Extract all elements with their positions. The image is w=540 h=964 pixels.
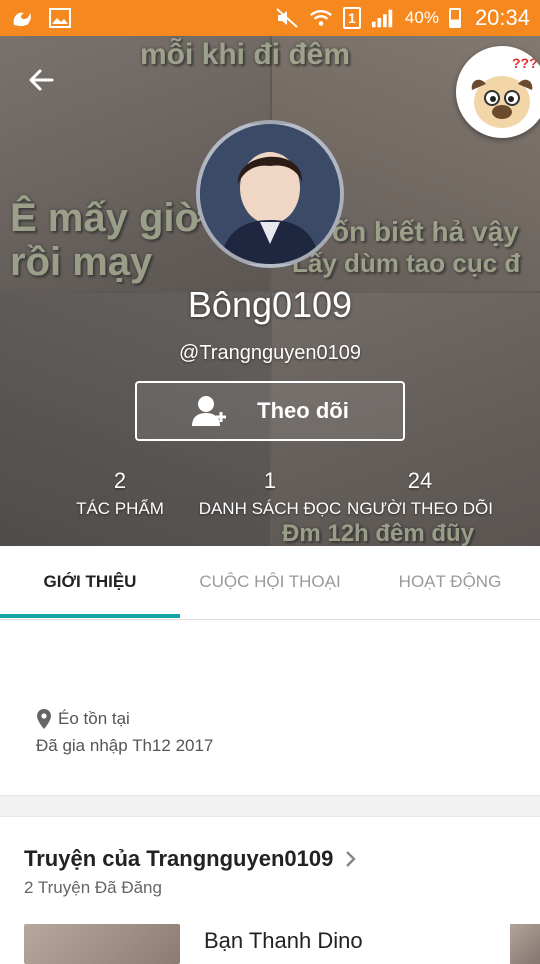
gallery-icon [48, 7, 72, 29]
uc-browser-icon [10, 7, 34, 29]
back-button[interactable] [24, 62, 60, 98]
follow-button-label: Theo dõi [257, 398, 349, 423]
joined-date: Đã gia nhập Th12 2017 [36, 736, 214, 755]
battery-percent: 40% [404, 8, 439, 27]
profile-stats: 2 TÁC PHẨM 1 DANH SÁCH ĐỌC 24 NGƯỜI THEO… [0, 466, 540, 526]
tab-conversations[interactable]: CUỘC HỘI THOẠI [180, 546, 360, 618]
location-text: Éo tồn tại [58, 709, 130, 728]
stat-value: 24 [407, 468, 433, 493]
story-title[interactable]: Bạn Thanh Dino [204, 928, 363, 954]
add-user-icon [192, 396, 227, 426]
chat-head-bubble[interactable]: ??? [456, 46, 540, 138]
mute-icon [275, 7, 299, 29]
stories-count: 2 Truyện Đã Đăng [24, 878, 162, 897]
stat-label: TÁC PHẨM [76, 499, 164, 518]
back-arrow-icon [29, 69, 54, 91]
follow-button[interactable]: Theo dõi [135, 381, 405, 441]
profile-tabs: GIỚI THIỆU CUỘC HỘI THOẠI HOẠT ĐỘNG [0, 546, 540, 620]
section-divider [0, 795, 540, 817]
location-row: Éo tồn tại [36, 708, 130, 730]
profile-header: mỗi khi đi đêm Ê mấy giờ rồi mạy ốn biết… [0, 36, 540, 546]
battery-icon [448, 8, 461, 28]
display-name: Bông0109 [187, 284, 353, 325]
stat-label: NGƯỜI THEO DÕI [347, 499, 493, 518]
active-tab-indicator [0, 614, 180, 618]
about-section: Éo tồn tại Đã gia nhập Th12 2017 [0, 620, 540, 795]
clock: 20:34 [474, 5, 530, 30]
chevron-right-icon [346, 851, 357, 867]
stories-title-text: Truyện của Trangnguyen0109 [24, 846, 334, 871]
pug-mascot-icon: ??? [471, 55, 538, 128]
location-pin-icon [37, 709, 51, 729]
wifi-icon [309, 7, 333, 29]
stat-value: 1 [263, 468, 277, 493]
status-bar: 1 40% 20:34 [0, 0, 540, 36]
tab-activity[interactable]: HOẠT ĐỘNG [360, 546, 540, 618]
tab-about[interactable]: GIỚI THIỆU [0, 546, 180, 618]
signal-icon [371, 7, 395, 29]
avatar-image [200, 124, 340, 264]
username: @Trangnguyen0109 [179, 342, 361, 364]
avatar[interactable] [196, 120, 344, 268]
story-cover[interactable] [24, 924, 180, 964]
stat-followers[interactable]: 24 NGƯỜI THEO DÕI [345, 466, 495, 522]
stories-section-title[interactable]: Truyện của Trangnguyen0109 [24, 846, 357, 872]
stat-value: 2 [113, 468, 127, 493]
stat-reading-lists[interactable]: 1 DANH SÁCH ĐỌC [190, 466, 350, 522]
stat-works[interactable]: 2 TÁC PHẨM [60, 466, 180, 522]
story-cover[interactable] [510, 924, 540, 964]
sim-icon: 1 [342, 7, 361, 29]
stat-label: DANH SÁCH ĐỌC [198, 499, 342, 518]
